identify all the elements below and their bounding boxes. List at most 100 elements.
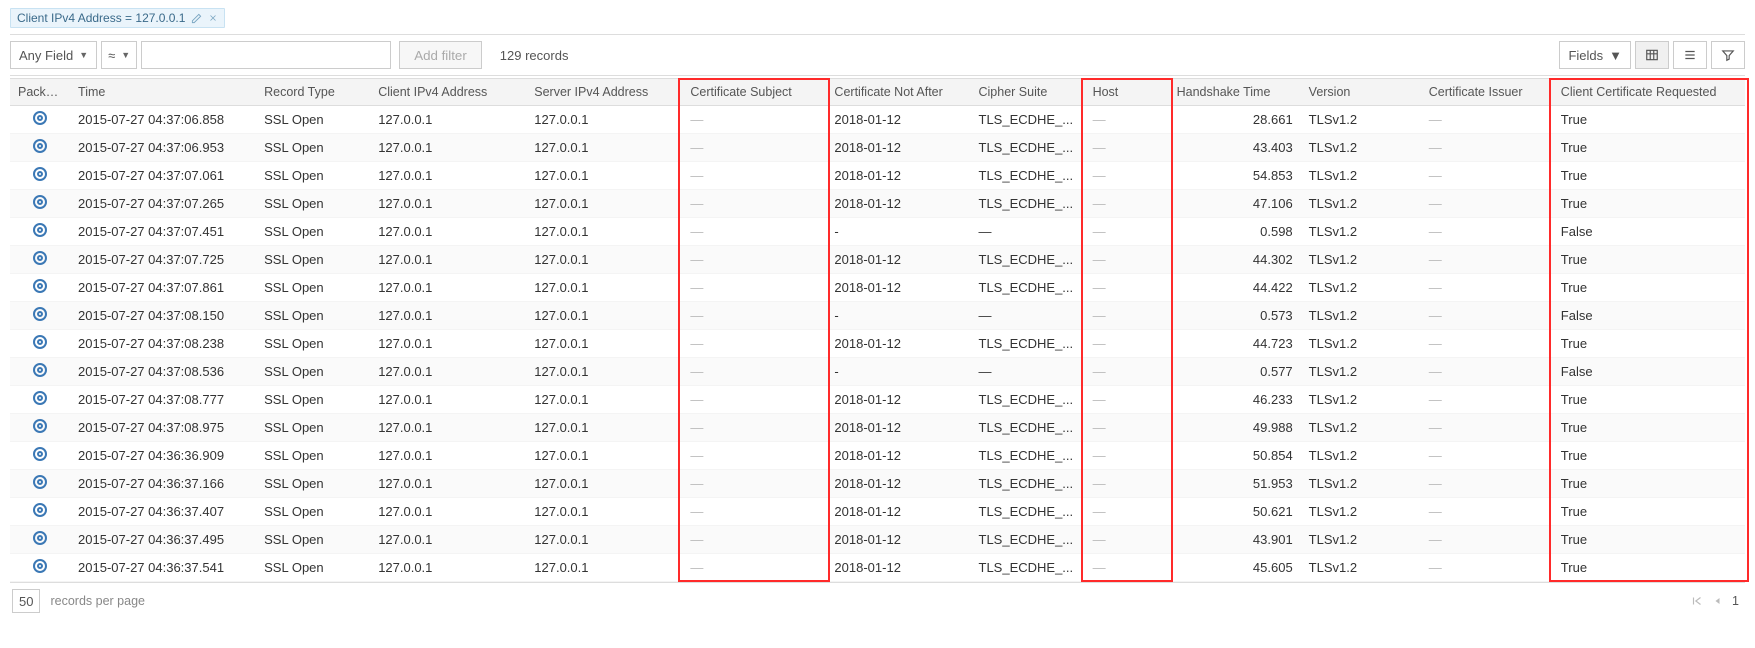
column-header[interactable]: Client IPv4 Address xyxy=(370,79,526,106)
column-header[interactable]: Version xyxy=(1301,79,1421,106)
packet-icon[interactable] xyxy=(33,223,47,237)
table-row[interactable]: 2015-07-27 04:37:07.725SSL Open127.0.0.1… xyxy=(10,246,1745,274)
table-row[interactable]: 2015-07-27 04:36:37.407SSL Open127.0.0.1… xyxy=(10,498,1745,526)
table-row[interactable]: 2015-07-27 04:37:08.975SSL Open127.0.0.1… xyxy=(10,414,1745,442)
cell-client-ip: 127.0.0.1 xyxy=(370,190,526,218)
packet-icon[interactable] xyxy=(33,139,47,153)
table-row[interactable]: 2015-07-27 04:37:08.536SSL Open127.0.0.1… xyxy=(10,358,1745,386)
packet-icon[interactable] xyxy=(33,447,47,461)
packet-icon[interactable] xyxy=(33,167,47,181)
packet-icon[interactable] xyxy=(33,559,47,573)
cell-server-ip: 127.0.0.1 xyxy=(526,106,682,134)
table-row[interactable]: 2015-07-27 04:37:08.150SSL Open127.0.0.1… xyxy=(10,302,1745,330)
packet-icon[interactable] xyxy=(33,279,47,293)
filter-tag[interactable]: Client IPv4 Address = 127.0.0.1 xyxy=(10,8,225,28)
column-header[interactable]: Host xyxy=(1085,79,1169,106)
column-header[interactable]: Time xyxy=(70,79,256,106)
cell-cipher-suite: TLS_ECDHE_... xyxy=(971,106,1085,134)
cell-record-type: SSL Open xyxy=(256,554,370,582)
packet-icon[interactable] xyxy=(33,195,47,209)
view-list-button[interactable] xyxy=(1673,41,1707,69)
cell-time: 2015-07-27 04:37:08.150 xyxy=(70,302,256,330)
add-filter-button[interactable]: Add filter xyxy=(399,41,482,69)
filter-toggle-button[interactable] xyxy=(1711,41,1745,69)
cell-time: 2015-07-27 04:37:07.265 xyxy=(70,190,256,218)
table-row[interactable]: 2015-07-27 04:37:06.858SSL Open127.0.0.1… xyxy=(10,106,1745,134)
column-header[interactable]: Packets xyxy=(10,79,70,106)
cell-record-type: SSL Open xyxy=(256,162,370,190)
packet-icon[interactable] xyxy=(33,503,47,517)
column-header[interactable]: Certificate Issuer xyxy=(1421,79,1553,106)
cell-version: TLSv1.2 xyxy=(1301,442,1421,470)
cell-handshake-time: 49.988 xyxy=(1169,414,1301,442)
cell-host: — xyxy=(1085,498,1169,526)
packet-icon[interactable] xyxy=(33,335,47,349)
first-page-icon[interactable] xyxy=(1690,594,1704,608)
packet-icon[interactable] xyxy=(33,307,47,321)
cell-cert-issuer: — xyxy=(1421,162,1553,190)
cell-host: — xyxy=(1085,470,1169,498)
pencil-icon[interactable] xyxy=(191,13,202,24)
cell-host: — xyxy=(1085,526,1169,554)
column-header[interactable]: Cipher Suite xyxy=(971,79,1085,106)
packet-icon[interactable] xyxy=(33,391,47,405)
cell-cert-issuer: — xyxy=(1421,442,1553,470)
column-header[interactable]: Server IPv4 Address xyxy=(526,79,682,106)
cell-server-ip: 127.0.0.1 xyxy=(526,442,682,470)
table-row[interactable]: 2015-07-27 04:37:07.265SSL Open127.0.0.1… xyxy=(10,190,1745,218)
packet-icon[interactable] xyxy=(33,111,47,125)
prev-page-icon[interactable] xyxy=(1712,595,1724,607)
cell-client-cert-req: True xyxy=(1553,554,1745,582)
field-select[interactable]: Any Field ▼ xyxy=(10,41,97,69)
cell-cert-issuer: — xyxy=(1421,526,1553,554)
packet-icon[interactable] xyxy=(33,475,47,489)
cell-time: 2015-07-27 04:37:07.725 xyxy=(70,246,256,274)
column-header[interactable]: Client Certificate Requested xyxy=(1553,79,1745,106)
close-icon[interactable] xyxy=(208,13,218,23)
page-size-select[interactable]: 50 xyxy=(12,589,40,613)
cell-client-ip: 127.0.0.1 xyxy=(370,274,526,302)
packet-icon[interactable] xyxy=(33,419,47,433)
value-input[interactable] xyxy=(141,41,391,69)
cell-record-type: SSL Open xyxy=(256,386,370,414)
cell-cert-subject: — xyxy=(682,302,826,330)
table-row[interactable]: 2015-07-27 04:36:37.166SSL Open127.0.0.1… xyxy=(10,470,1745,498)
cell-time: 2015-07-27 04:37:08.536 xyxy=(70,358,256,386)
filter-tag-text: Client IPv4 Address = 127.0.0.1 xyxy=(17,11,185,25)
table-row[interactable]: 2015-07-27 04:37:07.451SSL Open127.0.0.1… xyxy=(10,218,1745,246)
cell-record-type: SSL Open xyxy=(256,442,370,470)
cell-cert-issuer: — xyxy=(1421,470,1553,498)
column-header[interactable]: Certificate Not After xyxy=(826,79,970,106)
cell-cipher-suite: TLS_ECDHE_... xyxy=(971,526,1085,554)
table-row[interactable]: 2015-07-27 04:36:36.909SSL Open127.0.0.1… xyxy=(10,442,1745,470)
table-container: PacketsTimeRecord TypeClient IPv4 Addres… xyxy=(10,78,1745,583)
records-table: PacketsTimeRecord TypeClient IPv4 Addres… xyxy=(10,78,1745,582)
cell-record-type: SSL Open xyxy=(256,218,370,246)
column-header[interactable]: Handshake Time xyxy=(1169,79,1301,106)
cell-version: TLSv1.2 xyxy=(1301,274,1421,302)
view-table-button[interactable] xyxy=(1635,41,1669,69)
column-header[interactable]: Record Type xyxy=(256,79,370,106)
packet-icon[interactable] xyxy=(33,251,47,265)
table-row[interactable]: 2015-07-27 04:37:06.953SSL Open127.0.0.1… xyxy=(10,134,1745,162)
table-row[interactable]: 2015-07-27 04:37:07.861SSL Open127.0.0.1… xyxy=(10,274,1745,302)
cell-cert-subject: — xyxy=(682,274,826,302)
cell-time: 2015-07-27 04:36:37.495 xyxy=(70,526,256,554)
column-header[interactable]: Certificate Subject xyxy=(682,79,826,106)
fields-button[interactable]: Fields ▼ xyxy=(1559,41,1631,69)
table-row[interactable]: 2015-07-27 04:36:37.541SSL Open127.0.0.1… xyxy=(10,554,1745,582)
cell-client-ip: 127.0.0.1 xyxy=(370,526,526,554)
cell-client-cert-req: True xyxy=(1553,470,1745,498)
table-row[interactable]: 2015-07-27 04:37:08.238SSL Open127.0.0.1… xyxy=(10,330,1745,358)
table-row[interactable]: 2015-07-27 04:37:07.061SSL Open127.0.0.1… xyxy=(10,162,1745,190)
record-count: 129 records xyxy=(500,48,569,63)
table-row[interactable]: 2015-07-27 04:36:37.495SSL Open127.0.0.1… xyxy=(10,526,1745,554)
cell-cert-subject: — xyxy=(682,386,826,414)
operator-select[interactable]: ≈ ▼ xyxy=(101,41,137,69)
cell-host: — xyxy=(1085,442,1169,470)
cell-cert-not-after: 2018-01-12 xyxy=(826,498,970,526)
cell-handshake-time: 0.598 xyxy=(1169,218,1301,246)
table-row[interactable]: 2015-07-27 04:37:08.777SSL Open127.0.0.1… xyxy=(10,386,1745,414)
packet-icon[interactable] xyxy=(33,363,47,377)
packet-icon[interactable] xyxy=(33,531,47,545)
